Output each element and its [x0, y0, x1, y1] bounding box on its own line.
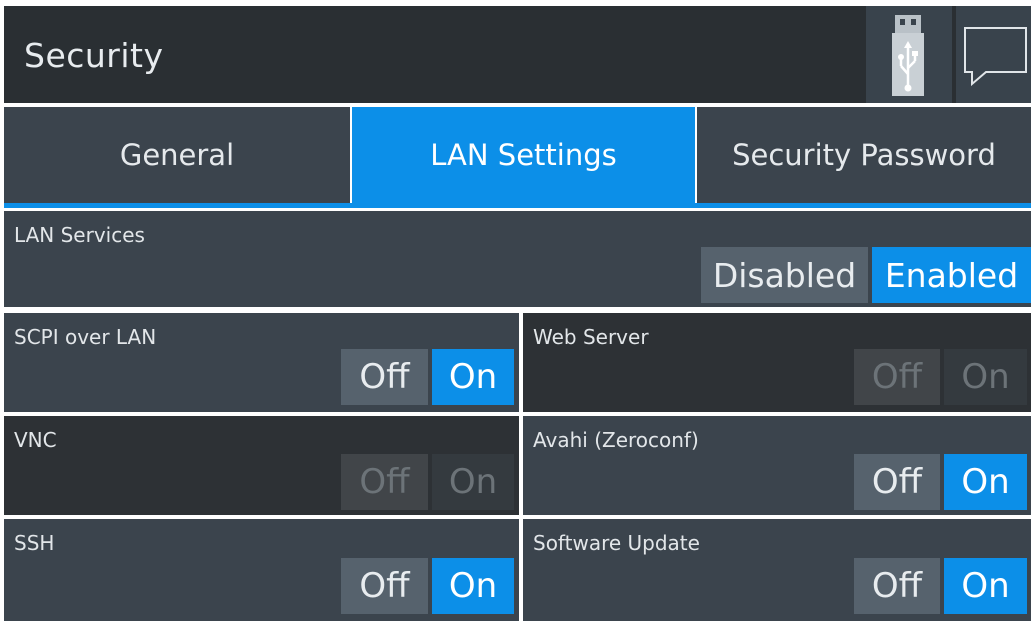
- vnc-label: VNC: [14, 428, 57, 452]
- web-server-off-button: Off: [854, 349, 940, 405]
- vnc-off-button: Off: [341, 454, 428, 510]
- web-server-on-button: On: [944, 349, 1027, 405]
- vnc-on-button: On: [432, 454, 514, 510]
- lan-services-disabled-button[interactable]: Disabled: [701, 247, 868, 303]
- security-dialog: Security General LAN Settings Security P…: [0, 0, 1035, 621]
- ssh-panel: SSH Off On: [4, 519, 519, 621]
- tab-label: LAN Settings: [430, 138, 617, 172]
- page-title: Security: [24, 36, 164, 75]
- lan-services-enabled-button[interactable]: Enabled: [872, 247, 1031, 303]
- scpi-on-button[interactable]: On: [432, 349, 514, 405]
- avahi-panel: Avahi (Zeroconf) Off On: [523, 416, 1031, 515]
- ssh-off-button[interactable]: Off: [341, 558, 428, 614]
- avahi-off-button[interactable]: Off: [854, 454, 940, 510]
- usb-button[interactable]: [866, 6, 952, 103]
- vnc-panel: VNC Off On: [4, 416, 519, 515]
- lan-services-label: LAN Services: [14, 223, 145, 247]
- software-update-label: Software Update: [533, 531, 700, 555]
- message-button[interactable]: [956, 6, 1031, 103]
- web-server-panel: Web Server Off On: [523, 313, 1031, 412]
- tab-label: Security Password: [732, 138, 996, 172]
- tab-general[interactable]: General: [4, 107, 350, 203]
- tab-lan-settings[interactable]: LAN Settings: [352, 107, 695, 203]
- title-bar: Security: [4, 6, 1031, 103]
- avahi-label: Avahi (Zeroconf): [533, 428, 699, 452]
- ssh-label: SSH: [14, 531, 55, 555]
- software-update-on-button[interactable]: On: [944, 558, 1027, 614]
- scpi-over-lan-panel: SCPI over LAN Off On: [4, 313, 519, 412]
- software-update-panel: Software Update Off On: [523, 519, 1031, 621]
- usb-icon: [892, 15, 924, 96]
- scpi-label: SCPI over LAN: [14, 325, 157, 349]
- tab-label: General: [119, 138, 235, 172]
- avahi-on-button[interactable]: On: [944, 454, 1027, 510]
- message-icon: [964, 27, 1027, 87]
- tab-security-password[interactable]: Security Password: [697, 107, 1031, 203]
- scpi-off-button[interactable]: Off: [341, 349, 428, 405]
- web-server-label: Web Server: [533, 325, 649, 349]
- tab-underline: [4, 203, 1031, 208]
- ssh-on-button[interactable]: On: [432, 558, 514, 614]
- software-update-off-button[interactable]: Off: [854, 558, 940, 614]
- lan-services-panel: LAN Services Disabled Enabled: [4, 211, 1031, 307]
